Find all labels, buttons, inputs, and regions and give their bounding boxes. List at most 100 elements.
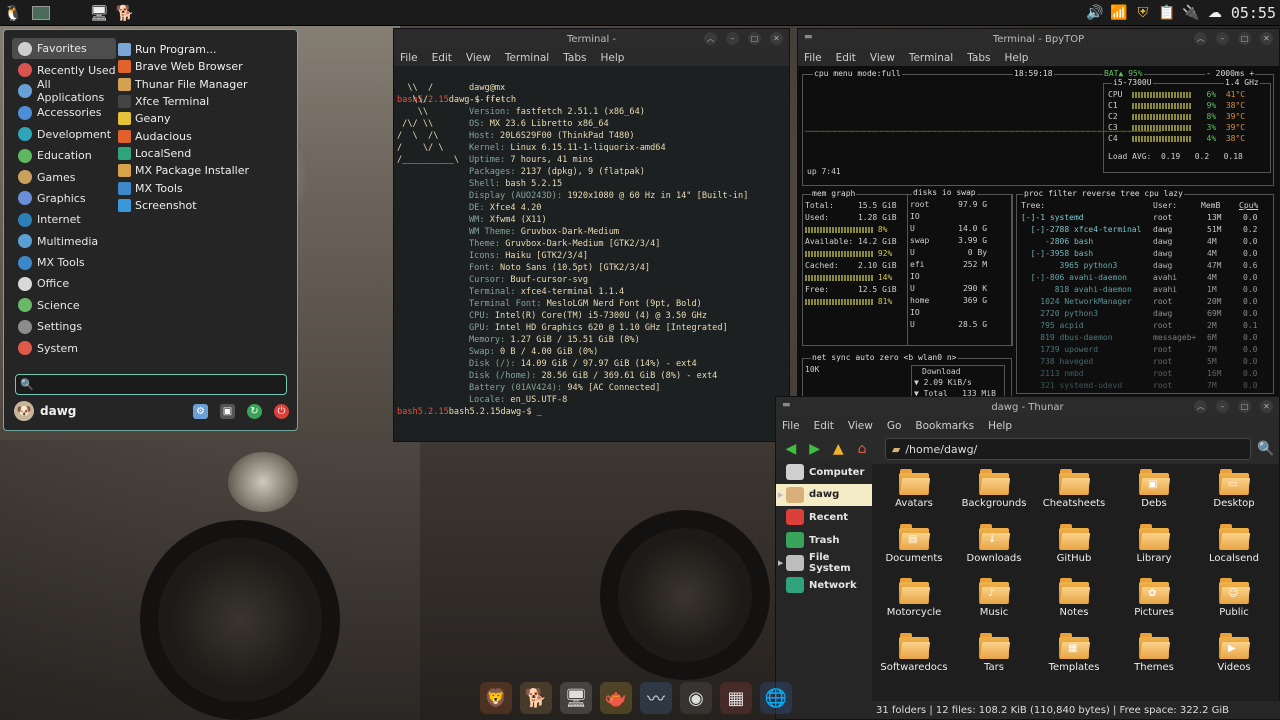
- category-games[interactable]: Games: [12, 166, 116, 187]
- folder-item[interactable]: Library: [1114, 522, 1194, 577]
- menu-item-file[interactable]: File: [804, 52, 822, 64]
- whisker-menu-icon[interactable]: 🐧: [0, 1, 26, 25]
- category-education[interactable]: Education: [12, 145, 116, 166]
- category-development[interactable]: Development: [12, 124, 116, 145]
- menu-item-tabs[interactable]: Tabs: [563, 52, 586, 64]
- location-bar[interactable]: ▰ /home/dawg/: [884, 438, 1252, 460]
- process-row[interactable]: 1024 NetworkManager: [1021, 297, 1132, 306]
- app-item[interactable]: Xfce Terminal: [118, 93, 294, 110]
- menu-item-view[interactable]: View: [870, 52, 895, 64]
- shade-icon[interactable]: ︿: [704, 32, 717, 45]
- clipboard-icon[interactable]: 📋: [1157, 5, 1177, 21]
- menu-item-edit[interactable]: Edit: [814, 420, 834, 432]
- app-item[interactable]: Screenshot: [118, 197, 294, 214]
- folder-item[interactable]: Localsend: [1194, 522, 1274, 577]
- computer-icon[interactable]: 🖥: [560, 682, 592, 714]
- process-row[interactable]: 2720 python3: [1021, 309, 1098, 318]
- watering-can-icon[interactable]: 🫖: [600, 682, 632, 714]
- settings-manager-icon[interactable]: ⚙: [193, 403, 208, 419]
- forward-arrow-icon[interactable]: ▶: [806, 440, 824, 458]
- panel-clock[interactable]: 05:55: [1231, 4, 1276, 22]
- category-mx-tools[interactable]: MX Tools: [12, 252, 116, 273]
- proc-header-user[interactable]: User:: [1153, 201, 1177, 210]
- home-icon[interactable]: ⌂: [853, 440, 871, 458]
- weather-icon[interactable]: ☁: [1205, 5, 1225, 21]
- menu-item-help[interactable]: Help: [988, 420, 1012, 432]
- security-icon[interactable]: ◉: [680, 682, 712, 714]
- folder-item[interactable]: GitHub: [1034, 522, 1114, 577]
- process-row[interactable]: 2113 nmbd: [1021, 369, 1083, 378]
- lock-screen-icon[interactable]: ▣: [220, 403, 235, 419]
- app-item[interactable]: Thunar File Manager: [118, 76, 294, 93]
- menu-item-terminal[interactable]: Terminal: [505, 52, 549, 64]
- process-row[interactable]: 1739 upowerd: [1021, 345, 1098, 354]
- process-row[interactable]: [-]-806 avahi-daemon: [1021, 273, 1127, 282]
- process-row[interactable]: 819 dbus-daemon: [1021, 333, 1112, 342]
- app-item[interactable]: Brave Web Browser: [118, 58, 294, 75]
- menu-item-help[interactable]: Help: [1004, 52, 1028, 64]
- network-icon[interactable]: 📶: [1109, 5, 1129, 21]
- menu-item-edit[interactable]: Edit: [836, 52, 856, 64]
- proc-header-cpu[interactable]: Cpu%: [1239, 201, 1258, 210]
- browser-icon[interactable]: 〰: [640, 682, 672, 714]
- proc-tabs[interactable]: proc filter reverse tree cpu lazy: [1023, 189, 1184, 198]
- volume-icon[interactable]: 🔊: [1085, 5, 1105, 21]
- folder-item[interactable]: Tars: [954, 631, 1034, 686]
- logout-icon[interactable]: ⏻: [274, 403, 289, 419]
- update-rate[interactable]: - 2000ms +: [1205, 69, 1256, 78]
- process-row[interactable]: 818 avahi-daemon: [1021, 285, 1132, 294]
- power-icon[interactable]: 🔌: [1181, 5, 1201, 21]
- terminal-output[interactable]: bash5.2.15dawg-$ ffetch \\ / \\/ \\ /\/ …: [394, 66, 789, 441]
- process-row[interactable]: -2806 bash: [1021, 237, 1093, 246]
- folder-item[interactable]: ♪ Music: [954, 576, 1034, 631]
- minimize-icon[interactable]: –: [1216, 400, 1229, 413]
- workspace-switcher-icon[interactable]: [28, 1, 54, 25]
- shade-icon[interactable]: ︿: [1194, 400, 1207, 413]
- launcher-computer-icon[interactable]: 🖥: [86, 1, 112, 25]
- package-icon[interactable]: ▦: [720, 682, 752, 714]
- app-item[interactable]: MX Package Installer: [118, 162, 294, 179]
- window-menu-icon[interactable]: ▬: [782, 400, 791, 410]
- menu-item-file[interactable]: File: [400, 52, 418, 64]
- mem-tabs[interactable]: mem graph: [811, 189, 857, 198]
- folder-item[interactable]: Softwaredocs: [874, 631, 954, 686]
- menu-search-box[interactable]: 🔍: [15, 374, 287, 395]
- folder-item[interactable]: Cheatsheets: [1034, 467, 1114, 522]
- place-computer[interactable]: Computer: [776, 461, 872, 484]
- menu-item-terminal[interactable]: Terminal: [909, 52, 953, 64]
- expand-arrow-icon[interactable]: ▶: [778, 491, 783, 499]
- process-row[interactable]: 321 systemd-udevd: [1021, 381, 1122, 390]
- menu-item-view[interactable]: View: [848, 420, 873, 432]
- app-item[interactable]: MX Tools: [118, 179, 294, 196]
- window-menu-icon[interactable]: ▬: [804, 32, 813, 42]
- process-row[interactable]: 738 haveged: [1021, 357, 1093, 366]
- back-arrow-icon[interactable]: ◀: [782, 440, 800, 458]
- category-accessories[interactable]: Accessories: [12, 102, 116, 123]
- network-globe-icon[interactable]: 🌐: [760, 682, 792, 714]
- folder-item[interactable]: Themes: [1114, 631, 1194, 686]
- close-icon[interactable]: ✕: [770, 32, 783, 45]
- category-science[interactable]: Science: [12, 295, 116, 316]
- shade-icon[interactable]: ︿: [1194, 32, 1207, 45]
- close-icon[interactable]: ✕: [1260, 32, 1273, 45]
- terminal-titlebar[interactable]: Terminal - ︿ – □ ✕: [394, 29, 789, 49]
- place-recent[interactable]: Recent: [776, 506, 872, 529]
- cpu-tabs[interactable]: cpu menu mode:full: [813, 69, 902, 78]
- app-item[interactable]: LocalSend: [118, 145, 294, 162]
- place-dawg[interactable]: ▶ dawg: [776, 483, 872, 507]
- folder-item[interactable]: ↓ Downloads: [954, 522, 1034, 577]
- category-all-applications[interactable]: All Applications: [12, 78, 116, 104]
- folder-item[interactable]: ✿ Pictures: [1114, 576, 1194, 631]
- process-row[interactable]: [-]-2788 xfce4-terminal: [1021, 225, 1142, 234]
- category-settings[interactable]: Settings: [12, 316, 116, 337]
- category-multimedia[interactable]: Multimedia: [12, 231, 116, 252]
- folder-item[interactable]: ▭ Desktop: [1194, 467, 1274, 522]
- menu-item-go[interactable]: Go: [887, 420, 902, 432]
- menu-item-edit[interactable]: Edit: [432, 52, 452, 64]
- net-tabs[interactable]: net sync auto zero <b wlan0 n>: [811, 353, 958, 362]
- folder-item[interactable]: ▦ Templates: [1034, 631, 1114, 686]
- folder-item[interactable]: ☺ Public: [1194, 576, 1274, 631]
- expand-arrow-icon[interactable]: ▶: [778, 559, 783, 567]
- folder-item[interactable]: ▣ Debs: [1114, 467, 1194, 522]
- shield-icon[interactable]: ⛨: [1133, 5, 1153, 21]
